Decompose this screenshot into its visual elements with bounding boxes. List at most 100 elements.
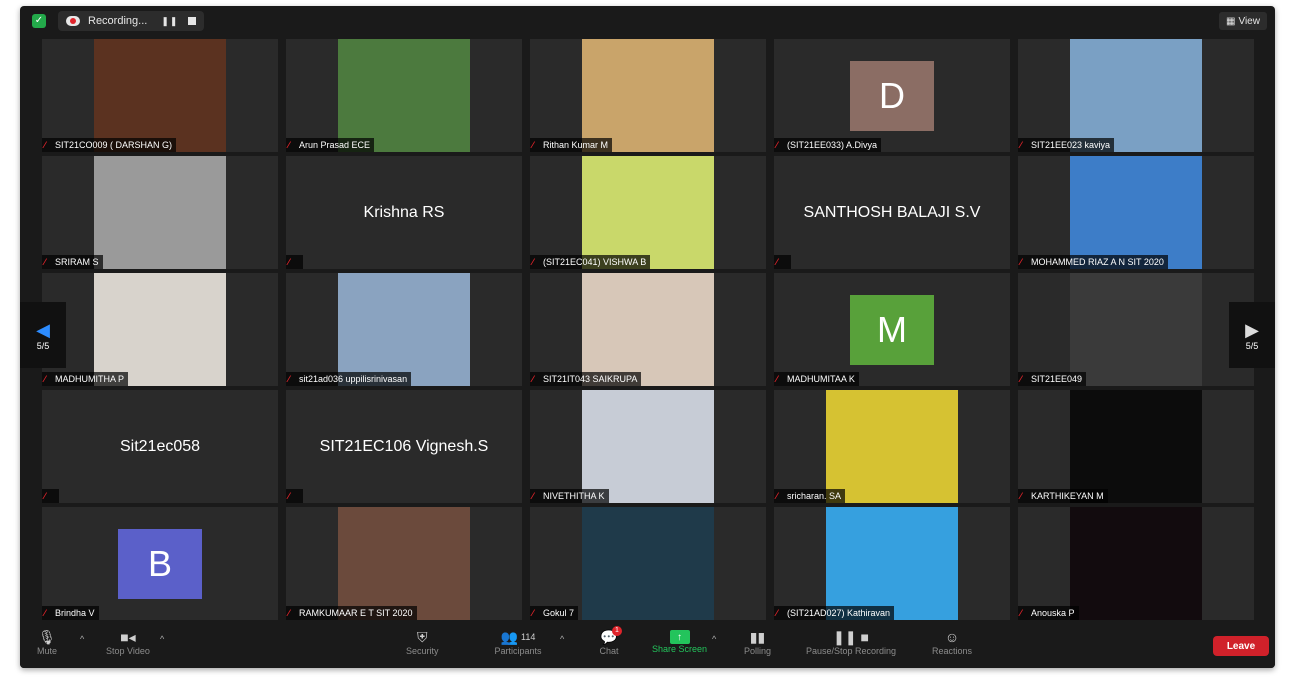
reactions-button[interactable]: ☺ Reactions	[932, 628, 972, 656]
participant-tile[interactable]: Krishna RS ⁄	[286, 156, 522, 269]
page-indicator-right: 5/5	[1245, 340, 1259, 351]
participant-name: (SIT21EE033) A.Divya	[787, 140, 878, 150]
mute-button[interactable]: 🎙 Mute	[36, 628, 58, 657]
participant-tile[interactable]: ⁄ Arun Prasad ECE	[286, 39, 522, 152]
smiley-icon: ☺	[944, 629, 960, 645]
participant-tile[interactable]: ⁄ SIT21IT043 SAIKRUPA	[530, 273, 766, 386]
audio-options-caret-icon[interactable]: ^	[80, 634, 84, 644]
participant-tile[interactable]: ⁄ SIT21EE023 kaviya	[1018, 39, 1254, 152]
participant-name-bar: ⁄ KARTHIKEYAN M	[1018, 489, 1108, 503]
participant-tile[interactable]: ⁄ KARTHIKEYAN M	[1018, 390, 1254, 503]
participant-tile[interactable]: ⁄ MADHUMITHA P	[42, 273, 278, 386]
muted-microphone-icon: ⁄	[1020, 373, 1022, 384]
leave-button[interactable]: Leave	[1213, 636, 1269, 656]
participant-tile[interactable]: ⁄ Gokul 7	[530, 507, 766, 620]
participant-name-bar: ⁄ SIT21EE023 kaviya	[1018, 138, 1115, 152]
chat-badge: 1	[612, 626, 622, 636]
muted-microphone-icon: ⁄	[776, 490, 778, 501]
participant-name: SIT21EE023 kaviya	[1031, 140, 1111, 150]
participants-caret-icon[interactable]: ^	[560, 634, 564, 644]
participant-display-name: Sit21ec058	[119, 437, 201, 455]
participant-tile[interactable]: D ⁄ (SIT21EE033) A.Divya	[774, 39, 1010, 152]
participant-name-bar: ⁄ NIVETHITHA K	[530, 489, 609, 503]
participant-tile[interactable]: ⁄ SRIRAM S	[42, 156, 278, 269]
participant-tile[interactable]: ⁄ (SIT21EC041) VISHWA B	[530, 156, 766, 269]
share-screen-button[interactable]: ↑ Share Screen	[652, 628, 707, 654]
participant-tile[interactable]: SIT21EC106 Vignesh.S ⁄	[286, 390, 522, 503]
participant-tile[interactable]: ⁄ RAMKUMAAR E T SIT 2020	[286, 507, 522, 620]
zoom-window: ✓ Recording... ❚❚ ▦ View ⁄ SIT21CO009 ( D…	[20, 6, 1275, 668]
participant-tile[interactable]: Sit21ec058 ⁄	[42, 390, 278, 503]
participant-name: SIT21EE049	[1031, 374, 1083, 384]
stop-recording-icon[interactable]	[188, 17, 197, 25]
participant-name-bar: ⁄	[42, 489, 59, 503]
participant-video	[582, 390, 714, 503]
security-shield-icon[interactable]: ✓	[32, 14, 46, 28]
participant-video	[1070, 156, 1202, 269]
participant-tile[interactable]: ⁄ sit21ad036 uppilisrinivasan	[286, 273, 522, 386]
polling-button[interactable]: ▮▮ Polling	[744, 628, 772, 657]
participant-name-bar: ⁄ (SIT21AD027) Kathiravan	[774, 606, 895, 620]
muted-microphone-icon: ⁄	[532, 607, 534, 618]
participant-tile[interactable]: ⁄ Anouska P	[1018, 507, 1254, 620]
next-page-button[interactable]: ▶ 5/5	[1229, 302, 1275, 368]
participant-name: SRIRAM S	[55, 257, 99, 267]
video-camera-icon: ■◂	[120, 628, 136, 645]
participants-button[interactable]: 👥 114 Participants	[488, 628, 548, 657]
participant-name: sricharan. SA	[787, 491, 842, 501]
participant-tile[interactable]: ⁄ SIT21CO009 ( DARSHAN G)	[42, 39, 278, 152]
muted-microphone-icon: ⁄	[288, 139, 290, 150]
view-label: View	[1238, 15, 1260, 27]
participant-tile[interactable]: SANTHOSH BALAJI S.V ⁄	[774, 156, 1010, 269]
participant-avatar: B	[118, 529, 202, 599]
participant-name-bar: ⁄ (SIT21EC041) VISHWA B	[530, 255, 651, 269]
muted-microphone-icon: ⁄	[776, 607, 778, 618]
participant-name-bar: ⁄	[286, 255, 303, 269]
participant-name: (SIT21AD027) Kathiravan	[787, 608, 891, 618]
recording-label: Recording...	[88, 15, 148, 27]
participant-video	[1070, 273, 1202, 386]
participant-tile[interactable]: ⁄ MOHAMMED RIAZ A N SIT 2020	[1018, 156, 1254, 269]
previous-page-button[interactable]: ◀ 5/5	[20, 302, 66, 368]
participant-video	[582, 273, 714, 386]
reactions-label: Reactions	[932, 646, 973, 656]
muted-microphone-icon: ⁄	[288, 490, 290, 501]
participant-name-bar: ⁄ MOHAMMED RIAZ A N SIT 2020	[1018, 255, 1168, 269]
security-button[interactable]: ⛨ Security	[406, 628, 439, 657]
participant-tile[interactable]: ⁄ SIT21EE049	[1018, 273, 1254, 386]
muted-microphone-icon: ⁄	[776, 256, 778, 267]
participant-tile[interactable]: ⁄ (SIT21AD027) Kathiravan	[774, 507, 1010, 620]
page-indicator-left: 5/5	[36, 340, 50, 351]
video-options-caret-icon[interactable]: ^	[160, 634, 164, 644]
participant-name: SIT21IT043 SAIKRUPA	[543, 374, 638, 384]
participant-tile[interactable]: M ⁄ MADHUMITAA K	[774, 273, 1010, 386]
stop-video-button[interactable]: ■◂ Stop Video	[106, 628, 150, 657]
participant-name-bar: ⁄ MADHUMITAA K	[774, 372, 859, 386]
pause-recording-icon[interactable]: ❚❚	[161, 16, 178, 27]
participant-name: Gokul 7	[543, 608, 575, 618]
muted-microphone-icon: ⁄	[44, 373, 46, 384]
muted-microphone-icon: ⁄	[288, 256, 290, 267]
participant-tile[interactable]: ⁄ Rithan Kumar M	[530, 39, 766, 152]
pause-stop-icon: ❚❚ ■	[833, 628, 869, 645]
participant-tile[interactable]: B ⁄ Brindha V	[42, 507, 278, 620]
share-options-caret-icon[interactable]: ^	[712, 634, 716, 644]
pause-stop-recording-button[interactable]: ❚❚ ■ Pause/Stop Recording	[806, 628, 896, 657]
arrow-right-icon: ▶	[1245, 319, 1259, 340]
stop-video-label: Stop Video	[106, 646, 150, 656]
participant-name-bar: ⁄ SRIRAM S	[42, 255, 103, 269]
participant-display-name: Krishna RS	[363, 203, 445, 221]
participant-tile[interactable]: ⁄ sricharan. SA	[774, 390, 1010, 503]
participant-video	[1070, 39, 1202, 152]
recording-indicator[interactable]: Recording... ❚❚	[58, 11, 204, 31]
participant-video	[826, 390, 958, 503]
participant-name-bar: ⁄ Arun Prasad ECE	[286, 138, 375, 152]
muted-microphone-icon: ⁄	[532, 490, 534, 501]
participant-tile[interactable]: ⁄ NIVETHITHA K	[530, 390, 766, 503]
participant-video	[338, 273, 470, 386]
muted-microphone-icon: ⁄	[532, 139, 534, 150]
view-button[interactable]: ▦ View	[1219, 12, 1267, 30]
participant-name-bar: ⁄ SIT21IT043 SAIKRUPA	[530, 372, 642, 386]
polling-label: Polling	[744, 646, 772, 656]
chat-button[interactable]: 💬 1 Chat	[598, 626, 622, 656]
